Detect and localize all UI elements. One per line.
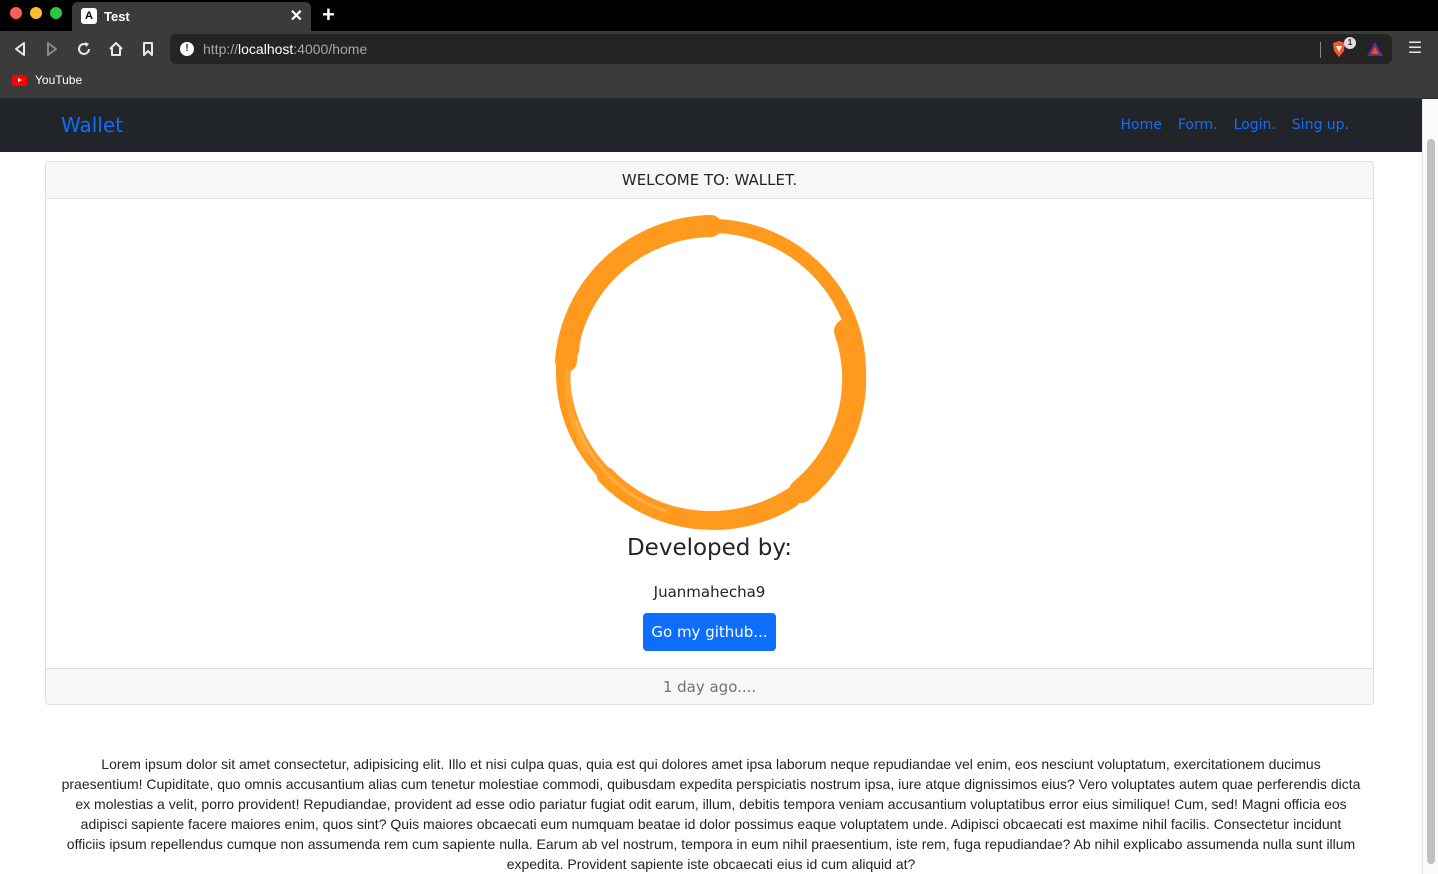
scrollbar-thumb[interactable] xyxy=(1427,139,1435,864)
browser-toolbar: ! http://localhost:4000/home 1 ☰ xyxy=(0,31,1438,67)
bookmark-icon[interactable] xyxy=(136,37,160,61)
page-viewport: Wallet Home Form. Login. Sing up. WELCOM… xyxy=(0,99,1438,874)
welcome-card: WELCOME TO: WALLET. Developed by: Juanma… xyxy=(45,161,1374,705)
nav-link-login[interactable]: Login. xyxy=(1234,117,1276,133)
url-separator xyxy=(1320,42,1321,58)
angular-favicon-icon: A xyxy=(81,8,97,24)
back-icon[interactable] xyxy=(8,37,32,61)
card-header: WELCOME TO: WALLET. xyxy=(46,162,1373,199)
forward-icon[interactable] xyxy=(40,37,64,61)
address-bar[interactable]: ! http://localhost:4000/home 1 xyxy=(170,34,1392,64)
nav-link-home[interactable]: Home xyxy=(1121,117,1162,133)
reload-icon[interactable] xyxy=(72,37,96,61)
minimize-window-button[interactable] xyxy=(30,7,42,19)
card-footer: 1 day ago.... xyxy=(46,668,1373,704)
page-scrollbar[interactable] xyxy=(1422,99,1438,874)
close-window-button[interactable] xyxy=(10,7,22,19)
close-tab-icon[interactable]: ✕ xyxy=(290,6,303,26)
site-info-icon[interactable]: ! xyxy=(180,42,194,56)
brush-ring-logo xyxy=(555,215,867,530)
new-tab-icon[interactable]: + xyxy=(322,2,335,28)
github-button[interactable]: Go my github... xyxy=(643,613,776,651)
nav-link-form[interactable]: Form. xyxy=(1178,117,1218,133)
browser-tab[interactable]: A Test ✕ xyxy=(72,2,311,31)
bookmark-youtube[interactable]: YouTube xyxy=(12,73,82,87)
tab-title: Test xyxy=(104,9,130,24)
window-titlebar: A Test ✕ + xyxy=(0,0,1438,31)
lorem-paragraph: Lorem ipsum dolor sit amet consectetur, … xyxy=(61,756,1361,872)
bookmark-label: YouTube xyxy=(35,73,83,87)
menu-icon[interactable]: ☰ xyxy=(1406,37,1424,61)
card-body: Developed by: Juanmahecha9 Go my github.… xyxy=(46,199,1373,668)
url-text[interactable]: http://localhost:4000/home xyxy=(203,41,367,57)
bookmarks-bar: YouTube xyxy=(0,67,1438,99)
youtube-icon xyxy=(12,74,27,86)
nav-links: Home Form. Login. Sing up. xyxy=(1121,117,1349,133)
developer-name: Juanmahecha9 xyxy=(653,583,766,601)
developed-by-heading: Developed by: xyxy=(626,535,793,561)
brave-rewards-icon[interactable] xyxy=(1366,40,1384,58)
zoom-window-button[interactable] xyxy=(50,7,62,19)
site-navbar: Wallet Home Form. Login. Sing up. xyxy=(0,99,1422,152)
shield-count-badge: 1 xyxy=(1344,37,1356,49)
home-icon[interactable] xyxy=(104,37,128,61)
nav-link-signup[interactable]: Sing up. xyxy=(1292,117,1349,133)
brand-link[interactable]: Wallet xyxy=(61,113,123,137)
